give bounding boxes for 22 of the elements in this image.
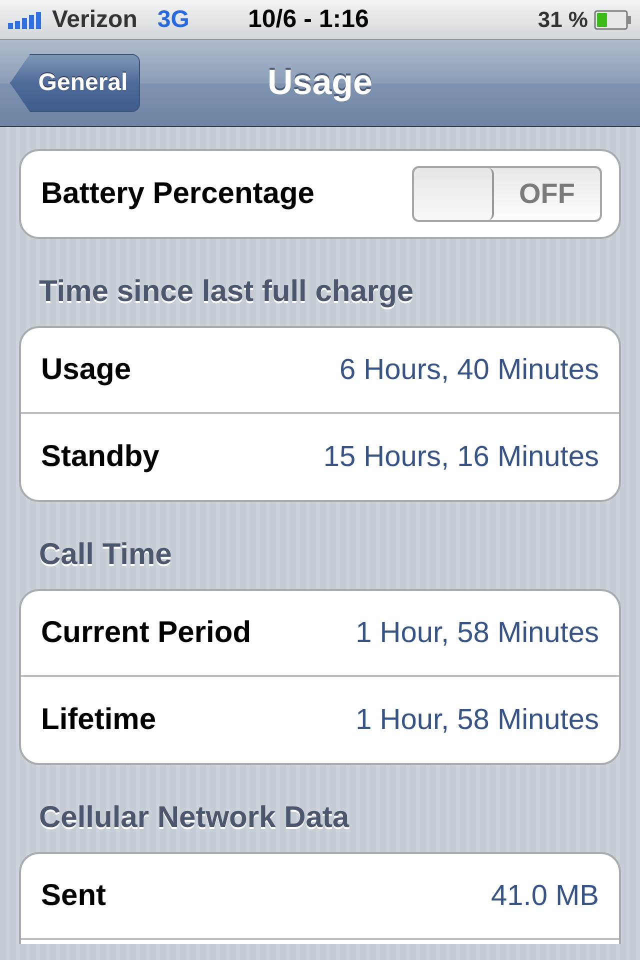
row-label: Lifetime [41, 703, 156, 737]
row-label: Battery Percentage [41, 177, 314, 211]
toggle-switch[interactable]: OFF [412, 166, 602, 222]
row-label: Current Period [41, 616, 252, 650]
battery-icon [594, 10, 632, 30]
section-header: Call Time [38, 537, 173, 573]
row-value: 1 Hour, 58 Minutes [356, 616, 599, 650]
network-type: 3G [157, 6, 190, 34]
row-value: 41.0 MB [491, 880, 599, 912]
section-header: Time since last full charge [38, 274, 415, 310]
status-time: 10/6 - 1:16 [248, 5, 369, 34]
row-label: Sent [41, 879, 106, 913]
row-value: 6 Hours, 40 Minutes [339, 354, 599, 386]
row-value: 1 Hour, 58 Minutes [356, 704, 599, 736]
battery-percent: 31 % [538, 6, 588, 32]
row-label: Standby [41, 440, 160, 474]
row-value: 15 Hours, 16 Minutes [323, 440, 599, 474]
carrier-name: Verizon [52, 6, 138, 34]
row-label: Usage [41, 353, 132, 387]
back-button[interactable]: General [10, 54, 140, 112]
section-header: Cellular Network Data [38, 800, 350, 836]
nav-title: Usage [267, 63, 373, 103]
